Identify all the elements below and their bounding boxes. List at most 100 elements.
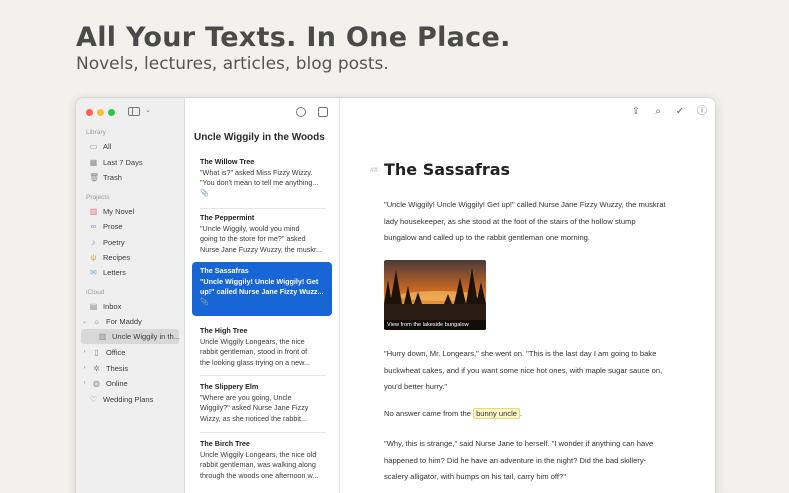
- sheet-card[interactable]: The Peppermint "Uncle Wiggily, would you…: [192, 209, 332, 259]
- window-controls: [86, 109, 115, 116]
- sheet-card-selected[interactable]: The Sassafras "Uncle Wiggily! Uncle Wigg…: [192, 262, 332, 316]
- sidebar-item-thesis[interactable]: › ✲ Thesis: [82, 361, 129, 375]
- sidebar-item-label: Trash: [103, 172, 122, 182]
- sheet-title: The Slippery Elm: [200, 382, 259, 391]
- mic-icon: ♪: [91, 237, 96, 247]
- minimize-window-button[interactable]: [97, 109, 104, 116]
- sidebar-item-letters[interactable]: ✉ Letters: [89, 265, 126, 279]
- sidebar-item-label: My Novel: [103, 206, 135, 216]
- inbox-icon: ▤: [89, 301, 98, 311]
- sheet-title: The Birch Tree: [200, 439, 250, 448]
- sheet-title: The High Tree: [200, 326, 248, 335]
- sidebar-item-office[interactable]: › ▯ Office: [82, 345, 126, 359]
- sidebar-item-label: Online: [106, 378, 128, 388]
- sidebar-item-my-novel[interactable]: ▥ My Novel: [89, 204, 135, 218]
- glasses-icon: ∞: [90, 221, 97, 231]
- icloud-section-label: iCloud: [86, 289, 105, 296]
- chevron-down-icon[interactable]: ⌄: [82, 318, 87, 325]
- envelope-icon: ✉: [90, 267, 97, 277]
- sheet-list: Uncle Wiggily in the Woods The Willow Tr…: [186, 98, 340, 493]
- sidebar-item-label: Prose: [103, 221, 123, 231]
- sheet-title: The Sassafras: [200, 266, 249, 275]
- embedded-image[interactable]: View from the lakeside bungalow: [384, 260, 486, 330]
- app-window: ⌄ Library ▭ All ▦ Last 7 Days 🗑 Trash Pr…: [75, 97, 716, 493]
- sidebar-item-label: Thesis: [106, 363, 129, 373]
- sidebar: ⌄ Library ▭ All ▦ Last 7 Days 🗑 Trash Pr…: [76, 98, 185, 493]
- sidebar-item-label: Office: [106, 347, 126, 357]
- sheet-title: The Willow Tree: [200, 157, 255, 166]
- highlighted-text[interactable]: bunny uncle: [473, 408, 521, 419]
- book-icon: ▥: [98, 331, 107, 341]
- heart-icon: ♡: [89, 394, 98, 404]
- sheet-card[interactable]: The High Tree Uncle Wiggily Longears, th…: [192, 322, 332, 372]
- sidebar-toggle-icon[interactable]: [128, 107, 140, 116]
- share-icon[interactable]: ⇪: [631, 107, 641, 117]
- sidebar-item-recipes[interactable]: ψ Recipes: [89, 250, 130, 264]
- hero-title: All Your Texts. In One Place.: [76, 22, 511, 53]
- sidebar-item-uncle-wiggily[interactable]: ▥ Uncle Wiggily in th...: [98, 329, 180, 343]
- sidebar-item-inbox[interactable]: ▤ Inbox: [89, 299, 122, 313]
- sheet-card[interactable]: The Willow Tree "What is?" asked Miss Fi…: [192, 153, 332, 203]
- divider: [200, 375, 326, 376]
- sheet-card[interactable]: The Slippery Elm "Where are you going, U…: [192, 378, 332, 428]
- close-window-button[interactable]: [86, 109, 93, 116]
- sidebar-item-label: Inbox: [103, 301, 122, 311]
- sidebar-item-label: For Maddy: [106, 316, 142, 326]
- sidebar-item-online[interactable]: › ◍ Online: [82, 376, 128, 390]
- paragraph: No answer came from the bunny uncle.: [384, 406, 669, 423]
- sheet-excerpt: "What is?" asked Miss Fizzy Wizzy. "You …: [200, 168, 319, 188]
- search-icon[interactable]: ⌕: [653, 107, 663, 117]
- sidebar-item-label: Uncle Wiggily in th...: [112, 331, 180, 341]
- info-icon[interactable]: ⓘ: [697, 107, 707, 117]
- image-caption: View from the lakeside bungalow: [384, 320, 486, 330]
- sheet-excerpt: "Where are you going, Uncle Wiggily?" as…: [200, 393, 309, 423]
- paperclip-icon: 📎: [200, 189, 209, 197]
- sheet-title: The Peppermint: [200, 213, 255, 222]
- sheet-card[interactable]: The Birch Tree Uncle Wiggily Longears, t…: [192, 435, 332, 485]
- text-run: No answer came from the: [384, 409, 474, 418]
- document-heading: The Sassafras: [384, 160, 511, 179]
- paragraph: "Uncle Wiggily! Uncle Wiggily! Get up!" …: [384, 200, 666, 243]
- paperclip-icon: 📎: [200, 298, 209, 306]
- hero-subtitle: Novels, lectures, articles, blog posts.: [76, 54, 389, 74]
- chevron-right-icon[interactable]: ›: [82, 349, 87, 355]
- projects-section-label: Projects: [86, 194, 110, 201]
- calendar-icon: ▦: [89, 157, 98, 167]
- sheet-excerpt: "Uncle Wiggily! Uncle Wiggily! Get up!" …: [200, 277, 324, 297]
- folder-icon: ▯: [94, 347, 99, 357]
- trash-icon: 🗑: [89, 172, 100, 182]
- sidebar-item-for-maddy[interactable]: ⌄ ☼ For Maddy: [82, 314, 142, 328]
- paragraph: "Why, this is strange," said Nurse Jane …: [384, 439, 654, 482]
- sidebar-item-label: Poetry: [103, 237, 125, 247]
- filter-icon[interactable]: [296, 107, 306, 117]
- goal-check-icon[interactable]: ✓: [675, 107, 685, 117]
- globe-icon: ◍: [93, 378, 100, 388]
- heading-marker: ##: [370, 167, 378, 174]
- sidebar-item-wedding-plans[interactable]: ♡ Wedding Plans: [89, 392, 153, 406]
- sidebar-item-all[interactable]: ▭ All: [89, 139, 112, 153]
- zoom-window-button[interactable]: [108, 109, 115, 116]
- sidebar-item-label: All: [103, 141, 112, 151]
- chevron-right-icon[interactable]: ›: [82, 380, 87, 386]
- sheet-excerpt: "Uncle Wiggily, would you mind going to …: [200, 224, 322, 254]
- sheet-excerpt: Uncle Wiggily Longears, the nice old rab…: [200, 450, 319, 480]
- compose-icon[interactable]: [318, 107, 328, 117]
- book-icon: ▥: [89, 206, 98, 216]
- gear-icon: ✲: [93, 363, 100, 373]
- sun-icon: ☼: [92, 316, 101, 326]
- sidebar-item-poetry[interactable]: ♪ Poetry: [89, 235, 125, 249]
- sidebar-item-label: Recipes: [103, 252, 131, 262]
- chevron-down-icon[interactable]: ⌄: [145, 106, 151, 114]
- tray-icon: ▭: [89, 141, 98, 151]
- paragraph: "Hurry down, Mr. Longears," she went on.…: [384, 349, 663, 392]
- library-section-label: Library: [86, 129, 106, 136]
- editor[interactable]: ⇪ ⌕ ✓ ⓘ ## The Sassafras "Uncle Wiggily!…: [341, 98, 715, 493]
- sidebar-item-prose[interactable]: ∞ Prose: [89, 219, 123, 233]
- sidebar-item-label: Wedding Plans: [103, 394, 154, 404]
- group-title: Uncle Wiggily in the Woods: [194, 132, 325, 143]
- sidebar-item-last-7-days[interactable]: ▦ Last 7 Days: [89, 155, 143, 169]
- fork-knife-icon: ψ: [90, 252, 97, 262]
- chevron-right-icon[interactable]: ›: [82, 365, 87, 371]
- sidebar-item-label: Letters: [103, 267, 126, 277]
- sidebar-item-trash[interactable]: 🗑 Trash: [89, 170, 122, 184]
